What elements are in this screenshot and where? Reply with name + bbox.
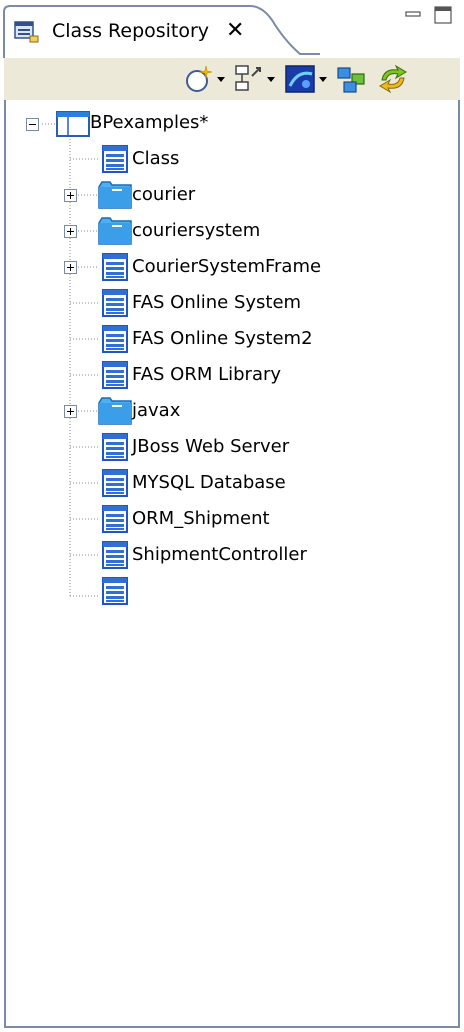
- hierarchy-icon[interactable]: [234, 64, 264, 94]
- class-repository-view: Class Repository ✕ BPexamples* Class cou…: [0, 0, 464, 1032]
- expand-toggle[interactable]: [64, 189, 77, 202]
- chevron-down-icon[interactable]: [216, 72, 226, 86]
- package-folder-icon: [98, 217, 132, 249]
- tab-class-repository[interactable]: Class Repository ✕: [0, 0, 320, 58]
- close-icon[interactable]: ✕: [226, 16, 244, 46]
- view-toolbar: [4, 58, 460, 100]
- tree-root-node[interactable]: BPexamples*: [6, 108, 306, 140]
- maximize-icon[interactable]: [432, 4, 454, 26]
- tree-item[interactable]: ORM_Shipment: [6, 504, 446, 536]
- tree-item[interactable]: MYSQL Database: [6, 468, 446, 500]
- sync-diagram-icon[interactable]: [336, 64, 368, 94]
- tree-item-label: MYSQL Database: [132, 472, 286, 493]
- tree-item[interactable]: FAS Online System: [6, 288, 446, 320]
- tree-item[interactable]: javax: [6, 396, 446, 428]
- tree-item-label: courier: [132, 184, 196, 205]
- tree-item-label: FAS ORM Library: [132, 364, 282, 385]
- tree-item-label: FAS Online System2: [132, 328, 313, 349]
- tree-item-label: ORM_Shipment: [132, 508, 270, 529]
- tree-item[interactable]: [6, 576, 446, 608]
- repository-tree: BPexamples* Class courier couriersystem: [4, 100, 460, 1028]
- tree-item[interactable]: courier: [6, 180, 446, 212]
- tree-item-label: Class: [132, 148, 180, 169]
- tree-item[interactable]: couriersystem: [6, 216, 446, 248]
- tree-item-label: CourierSystemFrame: [132, 256, 322, 277]
- package-folder-icon: [98, 397, 132, 429]
- class-icon: [102, 505, 128, 537]
- class-icon: [102, 361, 128, 393]
- class-icon: [102, 469, 128, 501]
- project-icon: [56, 111, 90, 137]
- tab-title: Class Repository: [52, 20, 210, 42]
- tree-item[interactable]: Class: [6, 144, 446, 176]
- class-repository-icon: [14, 20, 40, 44]
- tree-item-label: FAS Online System: [132, 292, 302, 313]
- expand-toggle[interactable]: [64, 261, 77, 274]
- minimize-icon[interactable]: [402, 4, 424, 26]
- class-icon: [102, 433, 128, 465]
- tree-root-label: BPexamples*: [90, 112, 209, 133]
- tree-item[interactable]: CourierSystemFrame: [6, 252, 446, 284]
- class-icon: [102, 253, 128, 285]
- refresh-icon[interactable]: [376, 64, 410, 94]
- package-folder-icon: [98, 181, 132, 213]
- collapse-toggle[interactable]: [26, 118, 39, 131]
- view-tab-strip: Class Repository ✕: [0, 0, 464, 58]
- class-icon: [102, 145, 128, 177]
- tree-item[interactable]: JBoss Web Server: [6, 432, 446, 464]
- tree-item-label: JBoss Web Server: [132, 436, 290, 457]
- tree-item[interactable]: FAS ORM Library: [6, 360, 446, 392]
- tree-item[interactable]: ShipmentController: [6, 540, 446, 572]
- class-icon: [102, 325, 128, 357]
- tree-item-label: couriersystem: [132, 220, 261, 241]
- model-icon[interactable]: [284, 64, 316, 94]
- class-icon: [102, 289, 128, 321]
- chevron-down-icon[interactable]: [318, 72, 328, 86]
- expand-toggle[interactable]: [64, 405, 77, 418]
- chevron-down-icon[interactable]: [266, 72, 276, 86]
- class-icon: [102, 541, 128, 573]
- new-element-icon[interactable]: [184, 64, 214, 94]
- expand-toggle[interactable]: [64, 225, 77, 238]
- tree-item[interactable]: FAS Online System2: [6, 324, 446, 356]
- class-icon: [102, 577, 128, 609]
- tree-item-label: javax: [132, 400, 181, 421]
- tree-item-label: ShipmentController: [132, 544, 307, 565]
